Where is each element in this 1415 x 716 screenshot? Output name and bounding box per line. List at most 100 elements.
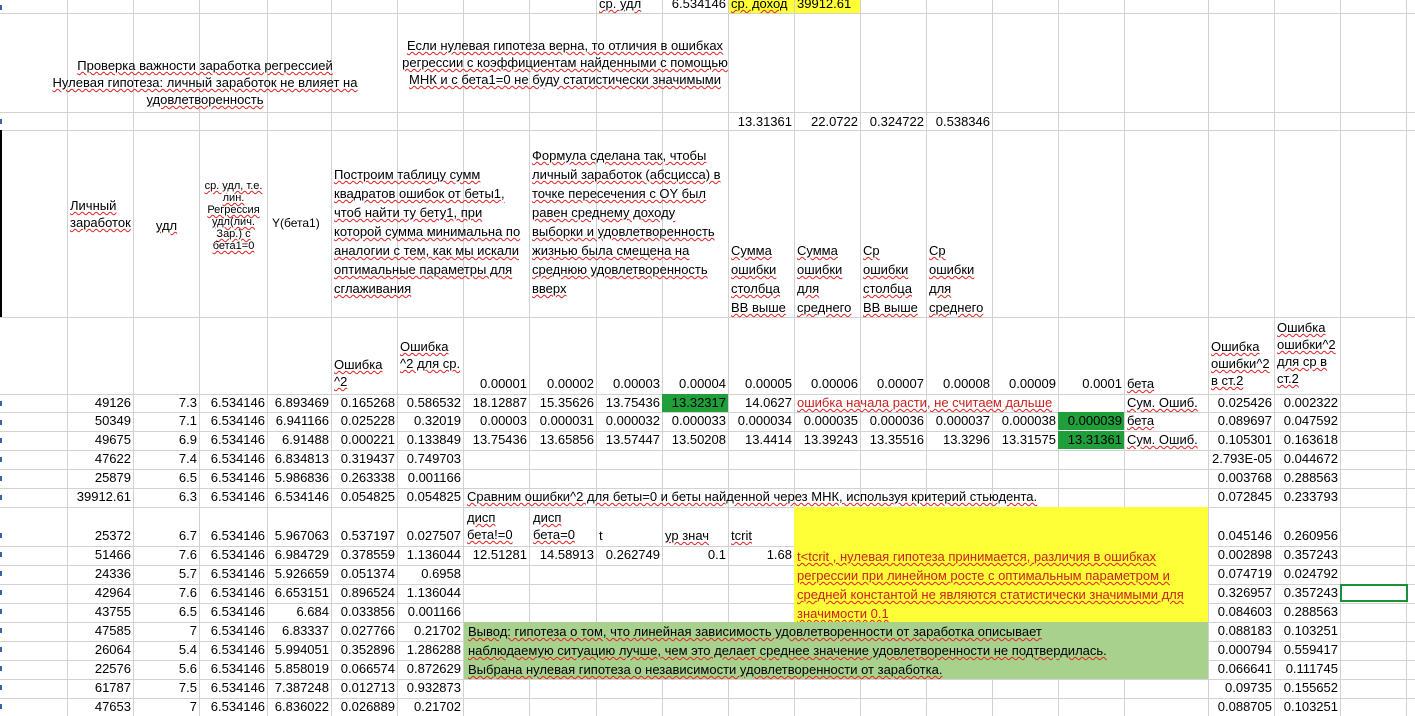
beta-row2-cell[interactable]: 0.000035 [794,412,860,430]
data-cell-e2[interactable]: 0.025228 [331,412,397,430]
data-cell-yb[interactable]: 5.986836 [267,469,331,487]
data-cell-st2[interactable]: 0.084603 [1208,603,1274,621]
data-cell-st2a[interactable]: 0.559417 [1274,641,1340,659]
data-cell-reg[interactable]: 6.534146 [199,698,267,716]
data-cell-udl[interactable]: 7 [133,622,199,640]
avg-err-col-value[interactable]: 0.324722 [861,113,926,131]
data-cell-st2[interactable]: 0.088705 [1208,698,1274,716]
data-cell-reg[interactable]: 6.534146 [199,488,267,506]
data-cell-udl[interactable]: 7.5 [133,679,199,697]
beta-row2-cell[interactable]: 0.000033 [662,412,728,430]
data-cell-e2a[interactable]: 0.027507 [397,527,463,545]
data-cell-reg[interactable]: 6.534146 [199,603,267,621]
data-cell-reg[interactable]: 6.534146 [199,450,267,468]
data-cell-st2[interactable]: 0.002898 [1208,546,1274,564]
data-cell-yb[interactable]: 5.858019 [267,660,331,678]
data-cell-e2[interactable]: 0.026889 [331,698,397,716]
beta-row3-cell[interactable]: 13.31575 [992,431,1058,449]
data-cell-st2[interactable]: 2.793E-05 [1208,450,1274,468]
data-cell-e2[interactable]: 0.000221 [331,431,397,449]
data-cell-inc[interactable]: 25879 [0,469,133,487]
beta-row3-cell[interactable]: 13.50208 [662,431,728,449]
data-cell-yb[interactable]: 6.834813 [267,450,331,468]
data-cell-e2a[interactable]: 0.32019 [397,412,463,430]
selected-cell-cursor[interactable] [1340,584,1408,602]
data-cell-st2a[interactable]: 0.260956 [1274,527,1340,545]
beta-row2-cell[interactable]: 0.000034 [728,412,794,430]
beta-row3-cell[interactable]: 13.75436 [463,431,529,449]
data-cell-reg[interactable]: 6.534146 [199,584,267,602]
data-cell-st2[interactable]: 0.000794 [1208,641,1274,659]
beta-header-4[interactable]: 0.00004 [662,375,728,393]
data-cell-udl[interactable]: 7.6 [133,546,199,564]
data-cell-st2[interactable]: 0.105301 [1208,431,1274,449]
data-cell-reg[interactable]: 6.534146 [199,394,267,412]
beta-growth-note[interactable]: ошибка начала расти, не считаем дальше [795,394,1125,412]
data-cell-e2[interactable]: 0.263338 [331,469,397,487]
data-cell-st2[interactable]: 0.025426 [1208,394,1274,412]
data-cell-e2a[interactable]: 0.6958 [397,565,463,583]
header-beta[interactable]: бета [1125,375,1208,393]
beta-row3-cell[interactable]: 13.3296 [926,431,992,449]
data-cell-e2a[interactable]: 0.054825 [397,488,463,506]
data-cell-inc[interactable]: 49126 [0,394,133,412]
data-cell-st2[interactable]: 0.326957 [1208,584,1274,602]
ttest-h4[interactable]: ур знач [663,527,727,545]
beta-header-10[interactable]: 0.0001 [1058,375,1124,393]
data-cell-inc[interactable]: 49675 [0,431,133,449]
header-avg-err-col[interactable]: Ср ошибки столбца ВВ выше [861,241,927,317]
data-cell-st2a[interactable]: 0.002322 [1274,394,1340,412]
data-cell-inc[interactable]: 22576 [0,660,133,678]
data-cell-e2a[interactable]: 1.136044 [397,546,463,564]
beta-header-1[interactable]: 0.00001 [463,375,529,393]
data-cell-e2a[interactable]: 0.872629 [397,660,463,678]
conclusion-box[interactable]: Вывод: гипотеза о том, что линейная зави… [464,622,1208,679]
header-income[interactable]: Личный заработок [68,197,133,231]
beta-row2-cell[interactable]: 0.000036 [860,412,926,430]
data-cell-udl[interactable]: 5.6 [133,660,199,678]
data-cell-yb[interactable]: 6.941166 [267,412,331,430]
beta-header-6[interactable]: 0.00006 [794,375,860,393]
data-cell-yb[interactable]: 5.994051 [267,641,331,659]
data-cell-e2a[interactable]: 1.136044 [397,584,463,602]
data-cell-e2[interactable]: 0.033856 [331,603,397,621]
header-avg-err-avg[interactable]: Ср ошибки для среднего [927,241,993,317]
data-cell-st2a[interactable]: 0.024792 [1274,565,1340,583]
sum-err-col-value[interactable]: 13.31361 [729,113,794,131]
data-cell-reg[interactable]: 6.534146 [199,412,267,430]
data-cell-reg[interactable]: 6.534146 [199,527,267,545]
data-cell-st2a[interactable]: 0.357243 [1274,584,1340,602]
data-cell-e2a[interactable]: 0.133849 [397,431,463,449]
data-cell-yb[interactable]: 6.893469 [267,394,331,412]
header-err2-st2[interactable]: Ошибка ошибки^2 в ст.2 [1209,338,1274,389]
data-cell-udl[interactable]: 7.6 [133,584,199,602]
data-cell-udl[interactable]: 7.1 [133,412,199,430]
data-cell-udl[interactable]: 6.7 [133,527,199,545]
data-cell-reg[interactable]: 6.534146 [199,565,267,583]
data-cell-st2[interactable]: 0.089697 [1208,412,1274,430]
data-cell-inc[interactable]: 47653 [0,698,133,716]
data-cell-inc[interactable]: 24336 [0,565,133,583]
data-cell-inc[interactable]: 39912.61 [0,488,133,506]
beta-row3-cell[interactable]: 13.65856 [529,431,596,449]
side-label-sum1[interactable]: Сум. Ошиб. [1125,394,1208,412]
data-cell-udl[interactable]: 6.5 [133,469,199,487]
data-cell-e2[interactable]: 0.066574 [331,660,397,678]
data-cell-st2[interactable]: 0.066641 [1208,660,1274,678]
side-label-beta[interactable]: бета [1125,412,1208,430]
ttest-h3[interactable]: t [597,527,661,545]
data-cell-udl[interactable]: 6.5 [133,603,199,621]
data-cell-st2[interactable]: 0.072845 [1208,488,1274,506]
formula-note[interactable]: Формула сделана так, чтобы личный зарабо… [530,146,728,298]
data-cell-st2a[interactable]: 0.357243 [1274,546,1340,564]
header-sum-err-col[interactable]: Сумма ошибки столбца ВВ выше [729,241,795,317]
header-regression[interactable]: ср. удл, т.е. лин. Регрессия удл(лич. За… [200,180,267,252]
data-cell-st2[interactable]: 0.003768 [1208,469,1274,487]
ttest-v5[interactable]: 1.68 [728,546,794,564]
avg-income-value[interactable]: 39912.61 [795,0,860,13]
ttest-v4[interactable]: 0.1 [662,546,728,564]
header-err2-avg-st2[interactable]: Ошибка ошибки^2 для ср в ст.2 [1275,319,1340,387]
data-cell-e2a[interactable]: 1.286288 [397,641,463,659]
beta-row1-cell[interactable]: 14.0627 [728,394,794,412]
spreadsheet-grid[interactable]: ср. удл 6.534146 ср. доход 39912.61 Пров… [0,0,1415,716]
